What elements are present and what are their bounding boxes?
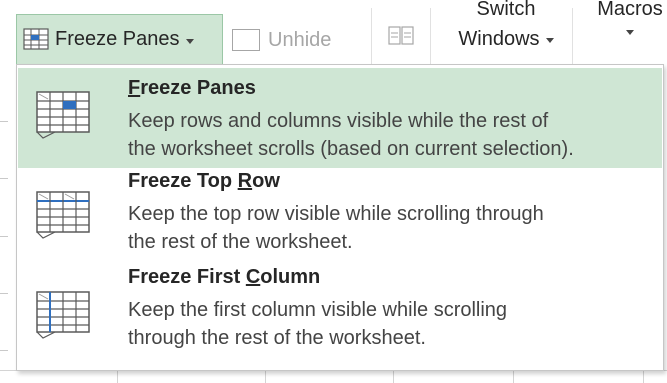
switch-windows-button[interactable]: Switch Windows — [446, 0, 566, 66]
menu-item-title: Freeze Panes — [128, 77, 256, 99]
freeze-first-column-icon — [35, 290, 93, 339]
freeze-top-row-icon — [35, 190, 93, 239]
unhide-icon — [232, 29, 260, 51]
row-divider — [0, 121, 8, 122]
macros-button[interactable]: Macros — [585, 0, 667, 66]
switch-windows-label-line2: Windows — [458, 28, 540, 50]
ribbon-window-group: Freeze Panes Unhide Switch Windows Macro… — [0, 0, 667, 66]
worksheet-cell[interactable] — [118, 371, 266, 383]
menu-item-title: Freeze Top Row — [128, 170, 280, 192]
worksheet-row — [0, 370, 667, 383]
row-divider — [0, 350, 8, 351]
freeze-panes-label: Freeze Panes — [55, 28, 180, 50]
worksheet-cell[interactable] — [266, 371, 394, 383]
menu-item-freeze-top-row[interactable]: Freeze Top Row Keep the top row visible … — [18, 168, 662, 268]
row-divider — [0, 178, 8, 179]
worksheet-cell[interactable] — [0, 371, 118, 383]
menu-item-description: Keep the top row visible while scrolling… — [128, 203, 544, 253]
ribbon-separator — [371, 8, 372, 64]
view-side-by-side-button[interactable] — [384, 22, 418, 56]
unhide-label: Unhide — [268, 28, 332, 51]
freeze-panes-icon — [23, 27, 49, 52]
menu-item-freeze-panes[interactable]: Freeze Panes Keep rows and columns visib… — [18, 68, 662, 168]
worksheet-cell[interactable] — [394, 371, 514, 383]
switch-windows-label-line1: Switch — [476, 0, 536, 20]
unhide-button[interactable]: Unhide — [232, 20, 331, 60]
menu-item-title: Freeze First Column — [128, 266, 321, 288]
macros-label: Macros — [597, 0, 663, 20]
menu-item-description: Keep the first column visible while scro… — [128, 299, 508, 349]
ribbon-separator — [572, 8, 573, 64]
freeze-panes-menu: Freeze Panes Keep rows and columns visib… — [16, 64, 664, 371]
row-divider — [0, 293, 8, 294]
row-divider — [0, 236, 8, 237]
menu-item-description: Keep rows and columns visible while the … — [128, 110, 574, 160]
menu-item-freeze-first-column[interactable]: Freeze First Column Keep the first colum… — [18, 266, 662, 368]
excel-window: Freeze Panes Unhide Switch Windows Macro… — [0, 0, 667, 383]
ribbon-separator — [430, 8, 431, 64]
chevron-down-icon — [545, 38, 554, 43]
worksheet-cell[interactable] — [514, 371, 644, 383]
freeze-panes-button[interactable]: Freeze Panes — [16, 14, 223, 64]
view-side-by-side-icon — [387, 24, 415, 54]
chevron-down-icon — [626, 30, 634, 35]
chevron-down-icon — [185, 38, 194, 44]
freeze-panes-icon — [35, 90, 93, 139]
